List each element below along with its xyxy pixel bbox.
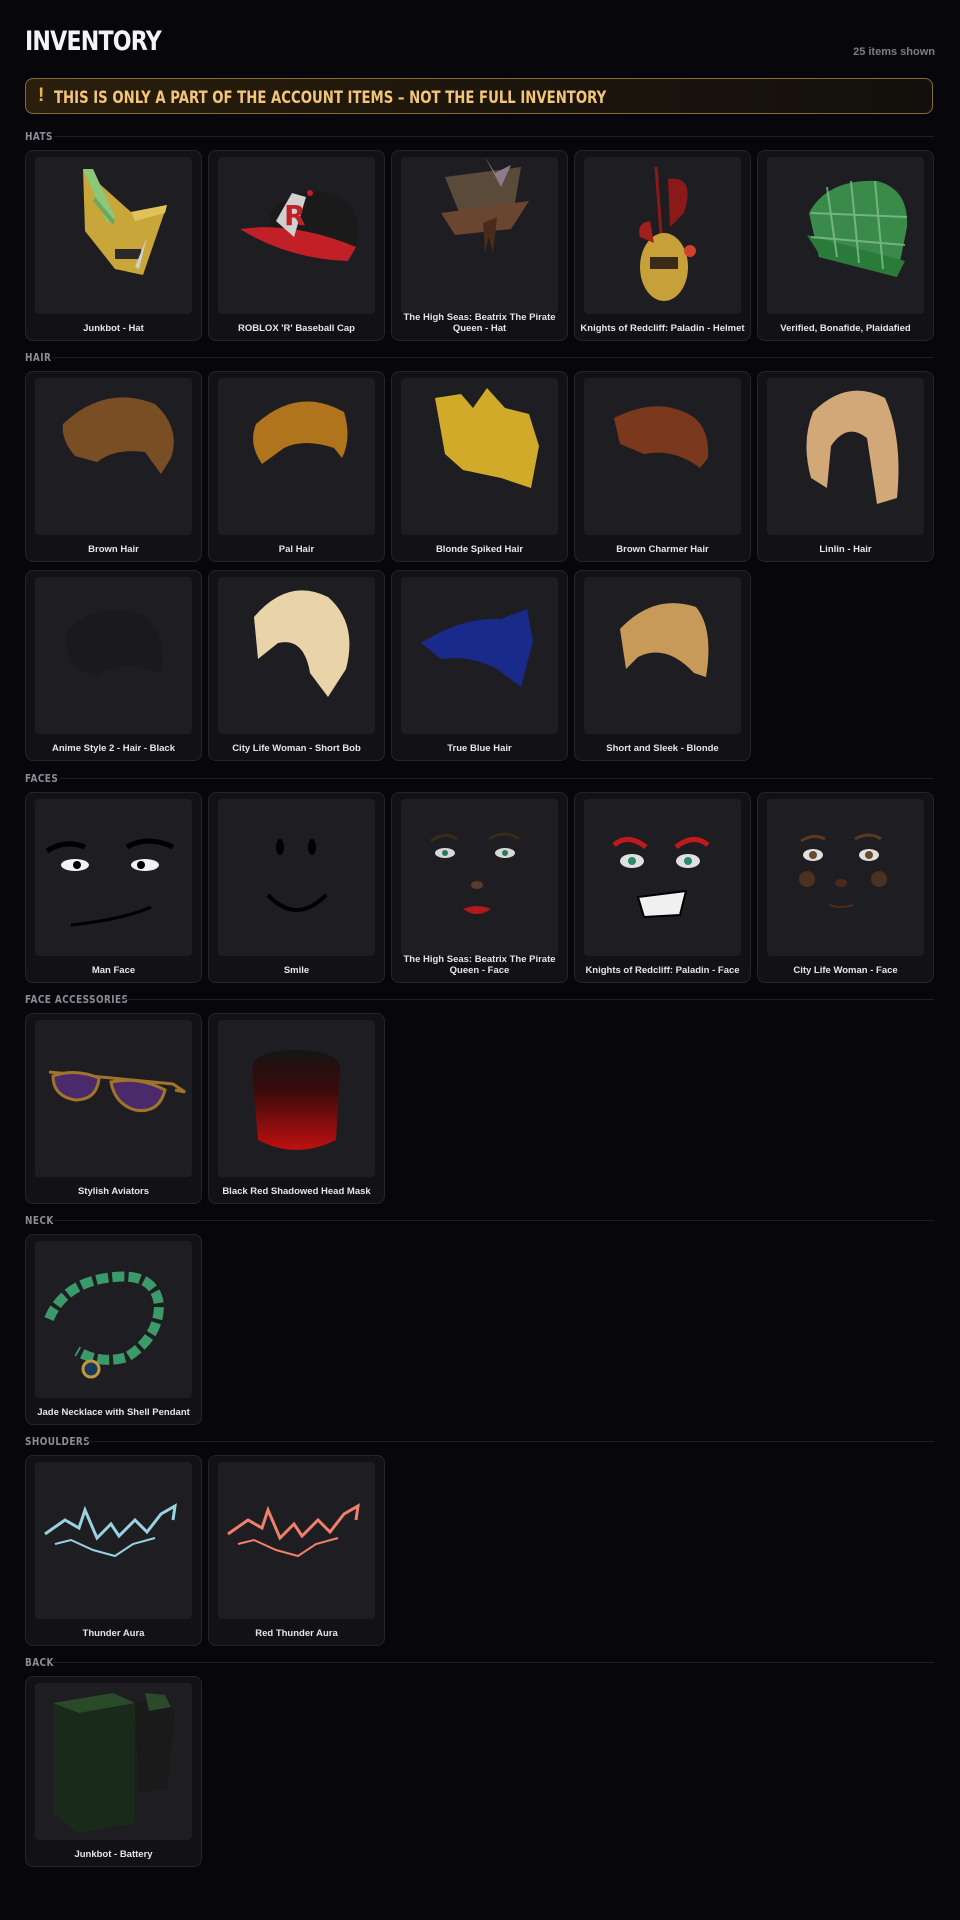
item-card[interactable]: True Blue Hair [391, 570, 568, 761]
item-card[interactable]: The High Seas: Beatrix The Pirate Queen … [391, 792, 568, 983]
section-title-neck: NECK [25, 1215, 54, 1227]
blonde-spiked-hair-image [401, 378, 558, 535]
item-name: Linlin - Hair [819, 544, 872, 555]
item-card[interactable]: Thunder Aura [25, 1455, 202, 1646]
true-blue-hair-image [401, 577, 558, 734]
section-divider [52, 1662, 934, 1663]
item-card[interactable]: Man Face [25, 792, 202, 983]
section-divider [54, 136, 934, 137]
linlin-hair-image [767, 378, 924, 535]
item-name: ROBLOX 'R' Baseball Cap [238, 323, 355, 334]
item-name: Thunder Aura [82, 1628, 145, 1639]
pirate-queen-face-image [401, 799, 558, 956]
item-name: City Life Woman - Face [793, 965, 898, 976]
item-name: Junkbot - Hat [83, 323, 144, 334]
section-title-hair: HAIR [25, 352, 52, 364]
short-bob-image [218, 577, 375, 734]
item-card[interactable]: Linlin - Hair [757, 371, 934, 562]
item-name: Brown Charmer Hair [616, 544, 709, 555]
item-card[interactable]: Anime Style 2 - Hair - Black [25, 570, 202, 761]
section-divider [60, 778, 934, 779]
paladin-helmet-image [584, 157, 741, 314]
item-card[interactable]: Red Thunder Aura [208, 1455, 385, 1646]
man-face-image [35, 799, 192, 956]
item-name: Black Red Shadowed Head Mask [222, 1186, 371, 1197]
item-name: True Blue Hair [447, 743, 512, 754]
item-card[interactable]: Knights of Redcliff: Paladin - Face [574, 792, 751, 983]
section-divider [52, 1220, 934, 1221]
item-count: 25 items shown [853, 46, 935, 58]
section-divider [118, 999, 934, 1000]
warning-banner: ! THIS IS ONLY A PART OF THE ACCOUNT ITE… [25, 78, 933, 114]
item-card[interactable]: Verified, Bonafide, Plaidafied [757, 150, 934, 341]
item-name: Jade Necklace with Shell Pendant [37, 1407, 190, 1418]
item-name: Knights of Redcliff: Paladin - Face [585, 965, 740, 976]
item-card[interactable]: Brown Hair [25, 371, 202, 562]
item-name: Stylish Aviators [77, 1186, 150, 1197]
jade-necklace-image [35, 1241, 192, 1398]
smile-face-image [218, 799, 375, 956]
item-name: Man Face [91, 965, 136, 976]
brown-charmer-hair-image [584, 378, 741, 535]
item-card[interactable]: The High Seas: Beatrix The Pirate Queen … [391, 150, 568, 341]
section-divider [52, 357, 934, 358]
item-name: Verified, Bonafide, Plaidafied [780, 323, 911, 334]
item-card[interactable]: Knights of Redcliff: Paladin - Helmet [574, 150, 751, 341]
item-card[interactable]: Jade Necklace with Shell Pendant [25, 1234, 202, 1425]
aviators-image [35, 1020, 192, 1177]
brown-hair-image [35, 378, 192, 535]
junkbot-hat-image [35, 157, 192, 314]
page-title: INVENTORY [25, 26, 162, 57]
pal-hair-image [218, 378, 375, 535]
item-card[interactable]: R ROBLOX 'R' Baseball Cap [208, 150, 385, 341]
short-sleek-hair-image [584, 577, 741, 734]
head-mask-image [218, 1020, 375, 1177]
item-name: City Life Woman - Short Bob [232, 743, 361, 754]
svg-text:R: R [284, 199, 306, 232]
item-card[interactable]: Short and Sleek - Blonde [574, 570, 751, 761]
item-name: The High Seas: Beatrix The Pirate Queen … [403, 312, 556, 334]
item-card[interactable]: Pal Hair [208, 371, 385, 562]
pirate-hat-image [401, 157, 558, 314]
section-title-hats: HATS [25, 131, 53, 143]
junkbot-battery-image [35, 1683, 192, 1840]
city-woman-face-image [767, 799, 924, 956]
item-card[interactable]: Black Red Shadowed Head Mask [208, 1013, 385, 1204]
item-name: The High Seas: Beatrix The Pirate Queen … [403, 954, 556, 976]
red-thunder-aura-image [218, 1462, 375, 1619]
item-card[interactable]: Smile [208, 792, 385, 983]
section-title-faces: FACES [25, 773, 59, 785]
item-card[interactable]: Brown Charmer Hair [574, 371, 751, 562]
item-card[interactable]: Junkbot - Battery [25, 1676, 202, 1867]
anime-hair-image [35, 577, 192, 734]
item-name: Knights of Redcliff: Paladin - Helmet [580, 323, 745, 334]
section-title-shoulders: SHOULDERS [25, 1436, 91, 1448]
thunder-aura-image [35, 1462, 192, 1619]
item-name: Anime Style 2 - Hair - Black [51, 743, 176, 754]
section-title-face-accessories: FACE ACCESSORIES [25, 994, 129, 1006]
exclamation-icon: ! [38, 85, 45, 106]
item-name: Junkbot - Battery [74, 1849, 153, 1860]
item-name: Pal Hair [278, 544, 315, 555]
item-name: Short and Sleek - Blonde [606, 743, 719, 754]
page-header: INVENTORY 25 items shown [25, 26, 935, 62]
item-name: Blonde Spiked Hair [435, 544, 524, 555]
plaid-cap-image [767, 157, 924, 314]
item-name: Brown Hair [88, 544, 139, 555]
section-title-back: BACK [25, 1657, 54, 1669]
item-card[interactable]: Blonde Spiked Hair [391, 371, 568, 562]
item-name: Smile [283, 965, 310, 976]
item-card[interactable]: City Life Woman - Short Bob [208, 570, 385, 761]
item-card[interactable]: City Life Woman - Face [757, 792, 934, 983]
item-card[interactable]: Junkbot - Hat [25, 150, 202, 341]
warning-text: THIS IS ONLY A PART OF THE ACCOUNT ITEMS… [54, 88, 607, 108]
item-card[interactable]: Stylish Aviators [25, 1013, 202, 1204]
item-name: Red Thunder Aura [255, 1628, 338, 1639]
baseball-cap-image: R [218, 157, 375, 314]
section-divider [84, 1441, 934, 1442]
paladin-face-image [584, 799, 741, 956]
